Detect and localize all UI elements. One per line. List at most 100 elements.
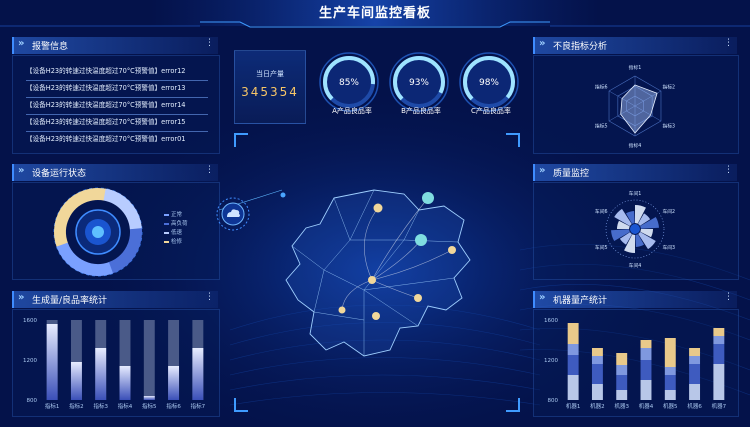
y-tick-label: 1600 xyxy=(544,318,558,324)
cloud-node-icon[interactable] xyxy=(215,196,251,232)
map-marker xyxy=(448,246,456,254)
y-tick-label: 800 xyxy=(27,398,38,404)
bar-segment xyxy=(664,338,676,367)
x-tick-label: 指标2 xyxy=(69,402,84,410)
menu-icon[interactable]: ⋮ xyxy=(205,38,214,48)
alarm-panel-header: » 报警信息 ⋮ xyxy=(12,37,218,54)
quality-label: 车间4 xyxy=(629,262,642,269)
bar-segment xyxy=(616,365,628,375)
bar-segment xyxy=(640,380,652,400)
bar xyxy=(168,366,180,400)
legend-high-load: 高负荷 xyxy=(164,219,188,227)
map-marker xyxy=(373,203,383,213)
production-bar-chart: 1600 1200 800 指标1 指标2 指标3 指标4 指标5 指标6 指标7 xyxy=(23,318,206,410)
bar-segment xyxy=(640,360,652,380)
quality-center xyxy=(630,224,640,234)
bar-background xyxy=(143,320,155,400)
bar-segment xyxy=(640,348,652,360)
frame-corner xyxy=(506,398,520,412)
quality-label: 车间5 xyxy=(595,244,608,251)
quality-label: 车间2 xyxy=(662,208,675,215)
gauge-label-b: B产品良品率 xyxy=(401,107,441,115)
menu-icon[interactable]: ⋮ xyxy=(205,165,214,175)
bar-segment xyxy=(689,384,701,400)
page-title: 生产车间监控看板 xyxy=(318,6,431,21)
defect-panel-title: 不良指标分析 xyxy=(553,42,608,52)
y-tick-label: 1600 xyxy=(23,318,37,324)
gauge-value: 93% xyxy=(409,78,429,88)
radar-label: 指标1 xyxy=(629,64,642,71)
bar xyxy=(143,396,155,400)
bar-segment xyxy=(616,353,628,365)
bar-segment xyxy=(664,375,676,390)
x-tick-label: 机器7 xyxy=(712,402,727,410)
quality-label: 车间1 xyxy=(629,190,642,197)
y-tick-label: 1200 xyxy=(23,358,37,364)
daily-output-card: 当日产量 345354 xyxy=(234,50,306,124)
alarm-item[interactable]: 【设备H23的转速过快温度超过70°C预警值】error13 xyxy=(26,82,208,98)
quality-panel-header: » 质量监控 ⋮ xyxy=(533,164,737,181)
frame-corner xyxy=(234,398,248,412)
production-panel-header: » 生成量/良品率统计 ⋮ xyxy=(12,291,218,308)
bar-segment xyxy=(664,367,676,375)
bar-segment xyxy=(689,364,701,384)
menu-icon[interactable]: ⋮ xyxy=(205,292,214,302)
alarm-item[interactable]: 【设备H23的转速过快温度超过70°C预警值】error12 xyxy=(26,65,208,81)
bar-segment xyxy=(591,356,603,364)
x-tick-label: 指标1 xyxy=(45,402,60,410)
menu-icon[interactable]: ⋮ xyxy=(724,292,733,302)
menu-icon[interactable]: ⋮ xyxy=(724,38,733,48)
legend-normal: 正常 xyxy=(164,210,182,218)
alarm-item[interactable]: 【设备H23的转速过快温度超过70°C预警值】error15 xyxy=(26,116,208,132)
map-region xyxy=(285,189,471,357)
x-tick-label: 指标5 xyxy=(142,402,157,410)
x-tick-label: 机器5 xyxy=(663,402,678,410)
map-marker xyxy=(372,312,380,320)
radar-label: 指标5 xyxy=(595,123,608,130)
chevron-double-icon: » xyxy=(18,165,25,176)
bar xyxy=(46,324,58,400)
chevron-double-icon: » xyxy=(18,38,25,49)
radar-label: 指标3 xyxy=(662,123,675,130)
legend-low-speed: 低速 xyxy=(164,228,182,236)
y-tick-label: 1200 xyxy=(544,358,558,364)
x-tick-label: 机器4 xyxy=(639,402,654,410)
bar xyxy=(95,348,107,400)
quality-panel-title: 质量监控 xyxy=(553,169,590,179)
region-map xyxy=(218,189,471,357)
bar-segment xyxy=(616,375,628,390)
alarm-item[interactable]: 【设备H23的转速过快温度超过70°C预警值】error14 xyxy=(26,99,208,115)
device-panel-title: 设备运行状态 xyxy=(32,169,87,179)
production-panel-title: 生成量/良品率统计 xyxy=(32,296,108,306)
bar-segment xyxy=(713,344,725,364)
gauge-value: 98% xyxy=(479,78,499,88)
radar-area xyxy=(620,84,658,134)
map-marker xyxy=(414,294,422,302)
bar-segment xyxy=(591,364,603,384)
bar-segment xyxy=(567,323,579,344)
quality-rose-chart: 车间1 车间2 车间3 车间4 车间5 车间6 xyxy=(595,190,675,269)
legend-maintenance: 检修 xyxy=(164,237,182,245)
bar-segment xyxy=(567,344,579,355)
defect-radar-chart: 指标1 指标2 指标3 指标4 指标5 指标6 xyxy=(595,64,675,149)
bar-segment xyxy=(713,364,725,400)
daily-output-label: 当日产量 xyxy=(256,70,284,78)
chevron-double-icon: » xyxy=(539,292,546,303)
bar-segment xyxy=(689,356,701,364)
node-dot xyxy=(280,192,286,198)
daily-output-value: 345354 xyxy=(241,85,299,99)
menu-icon[interactable]: ⋮ xyxy=(724,165,733,175)
x-tick-label: 机器6 xyxy=(687,402,702,410)
gauge-label-a: A产品良品率 xyxy=(332,107,372,115)
bar xyxy=(192,348,204,400)
alarm-panel-title: 报警信息 xyxy=(32,42,69,52)
x-tick-label: 指标7 xyxy=(191,402,206,410)
quality-label: 车间6 xyxy=(595,208,608,215)
y-tick-label: 800 xyxy=(548,398,559,404)
map-marker xyxy=(338,306,346,314)
gauge-label-c: C产品良品率 xyxy=(471,107,511,115)
bar-segment xyxy=(689,348,701,356)
radar-label: 指标4 xyxy=(629,142,642,149)
alarm-item[interactable]: 【设备H23的转速过快温度超过70°C预警值】error01 xyxy=(26,133,208,148)
radar-label: 指标2 xyxy=(662,84,675,91)
